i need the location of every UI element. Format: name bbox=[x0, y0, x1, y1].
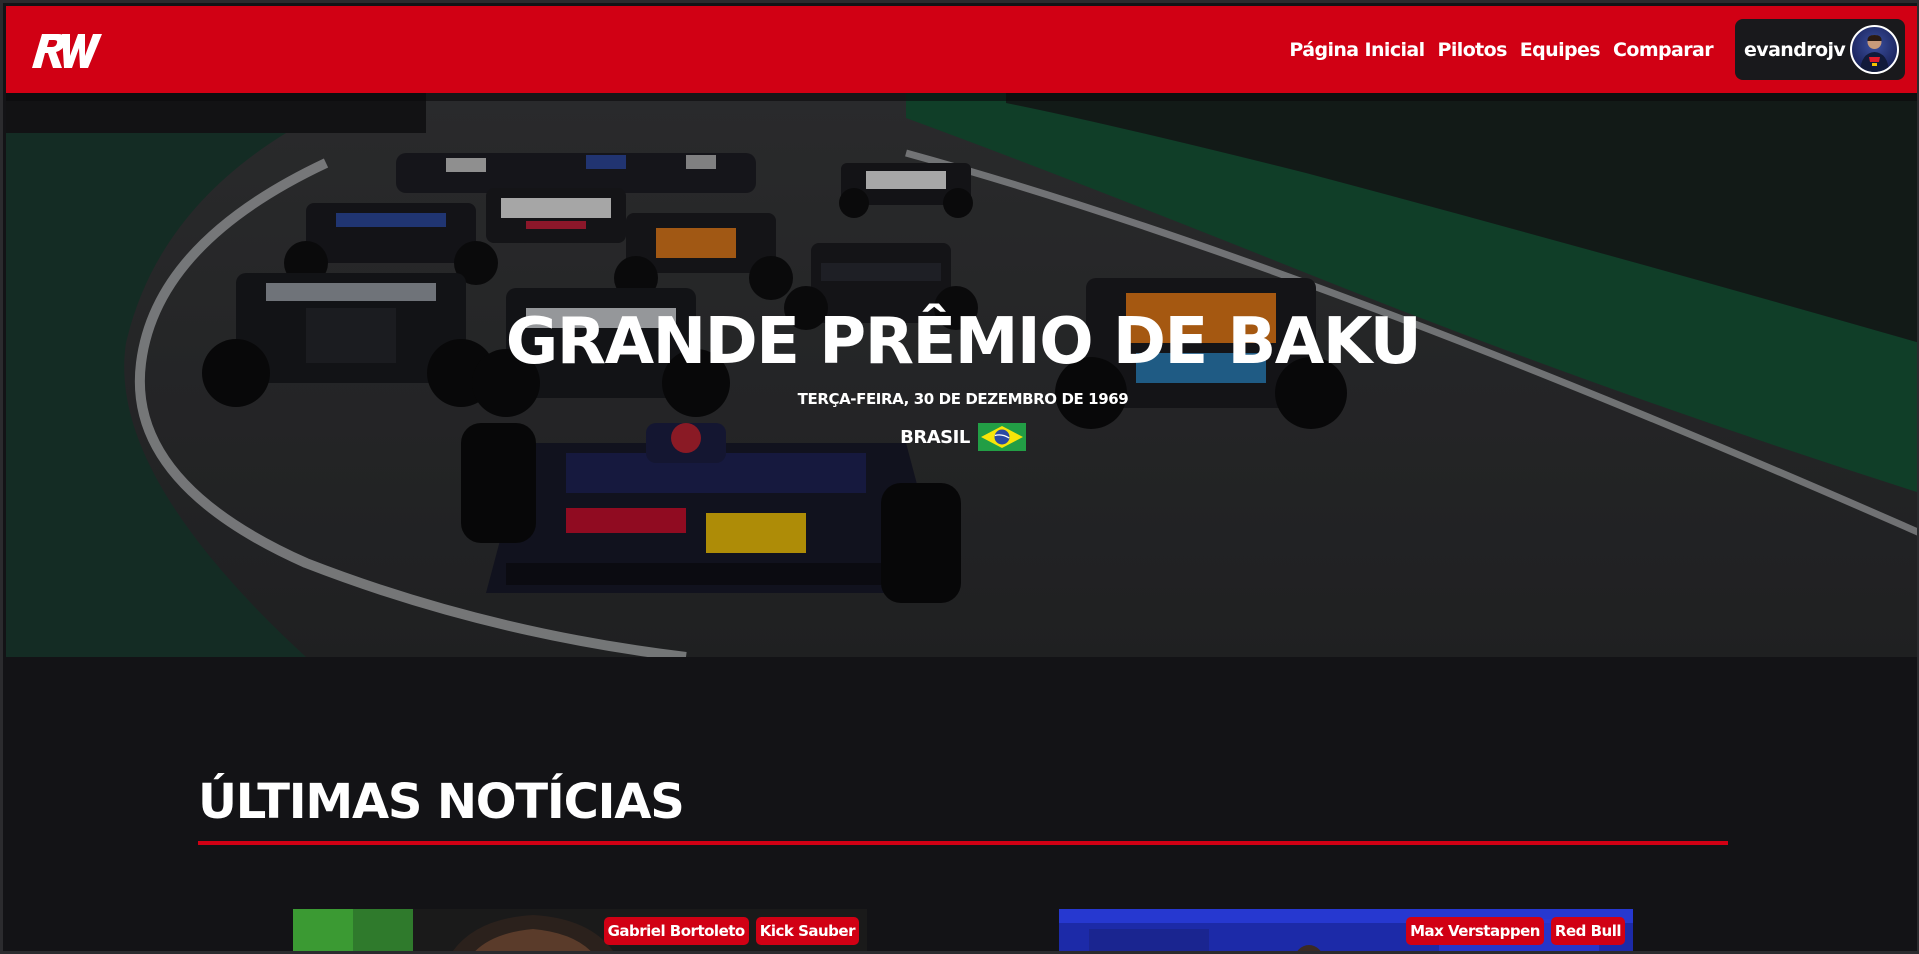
race-title: GRANDE PRÊMIO DE BAKU bbox=[505, 305, 1422, 379]
tag-driver[interactable]: Gabriel Bortoleto bbox=[603, 917, 749, 945]
nav-teams-link[interactable]: Equipes bbox=[1520, 39, 1601, 61]
nav-drivers-link[interactable]: Pilotos bbox=[1438, 39, 1508, 61]
news-card-tags: Max Verstappen Red Bull bbox=[1406, 917, 1625, 945]
news-section-title: ÚLTIMAS NOTÍCIAS bbox=[198, 774, 685, 830]
news-card[interactable]: Max Verstappen Red Bull bbox=[1059, 909, 1633, 951]
news-card[interactable]: Gabriel Bortoleto Kick Sauber bbox=[293, 909, 867, 951]
tag-driver[interactable]: Max Verstappen bbox=[1406, 917, 1544, 945]
top-navbar: Página Inicial Pilotos Equipes Comparar … bbox=[6, 6, 1917, 93]
nav-home-link[interactable]: Página Inicial bbox=[1289, 39, 1425, 61]
tag-team[interactable]: Kick Sauber bbox=[755, 917, 859, 945]
nav-compare-link[interactable]: Comparar bbox=[1613, 39, 1714, 61]
hero-banner: GRANDE PRÊMIO DE BAKU TERÇA-FEIRA, 30 DE… bbox=[6, 93, 1917, 657]
tag-team[interactable]: Red Bull bbox=[1550, 917, 1625, 945]
news-card-tags: Gabriel Bortoleto Kick Sauber bbox=[603, 917, 859, 945]
user-avatar-icon bbox=[1850, 25, 1899, 74]
country-name: BRASIL bbox=[900, 426, 970, 448]
section-divider bbox=[198, 841, 1728, 845]
brazil-flag-icon bbox=[977, 423, 1026, 451]
race-country: BRASIL bbox=[6, 423, 1917, 451]
rw-logo-icon[interactable] bbox=[28, 28, 106, 72]
username: evandrojv bbox=[1744, 38, 1846, 61]
race-date: TERÇA-FEIRA, 30 DE DEZEMBRO DE 1969 bbox=[797, 390, 1129, 408]
main-nav: Página Inicial Pilotos Equipes Comparar bbox=[1289, 6, 1713, 93]
browser-frame: Página Inicial Pilotos Equipes Comparar … bbox=[0, 0, 1919, 954]
user-menu-button[interactable]: evandrojv bbox=[1735, 19, 1905, 80]
